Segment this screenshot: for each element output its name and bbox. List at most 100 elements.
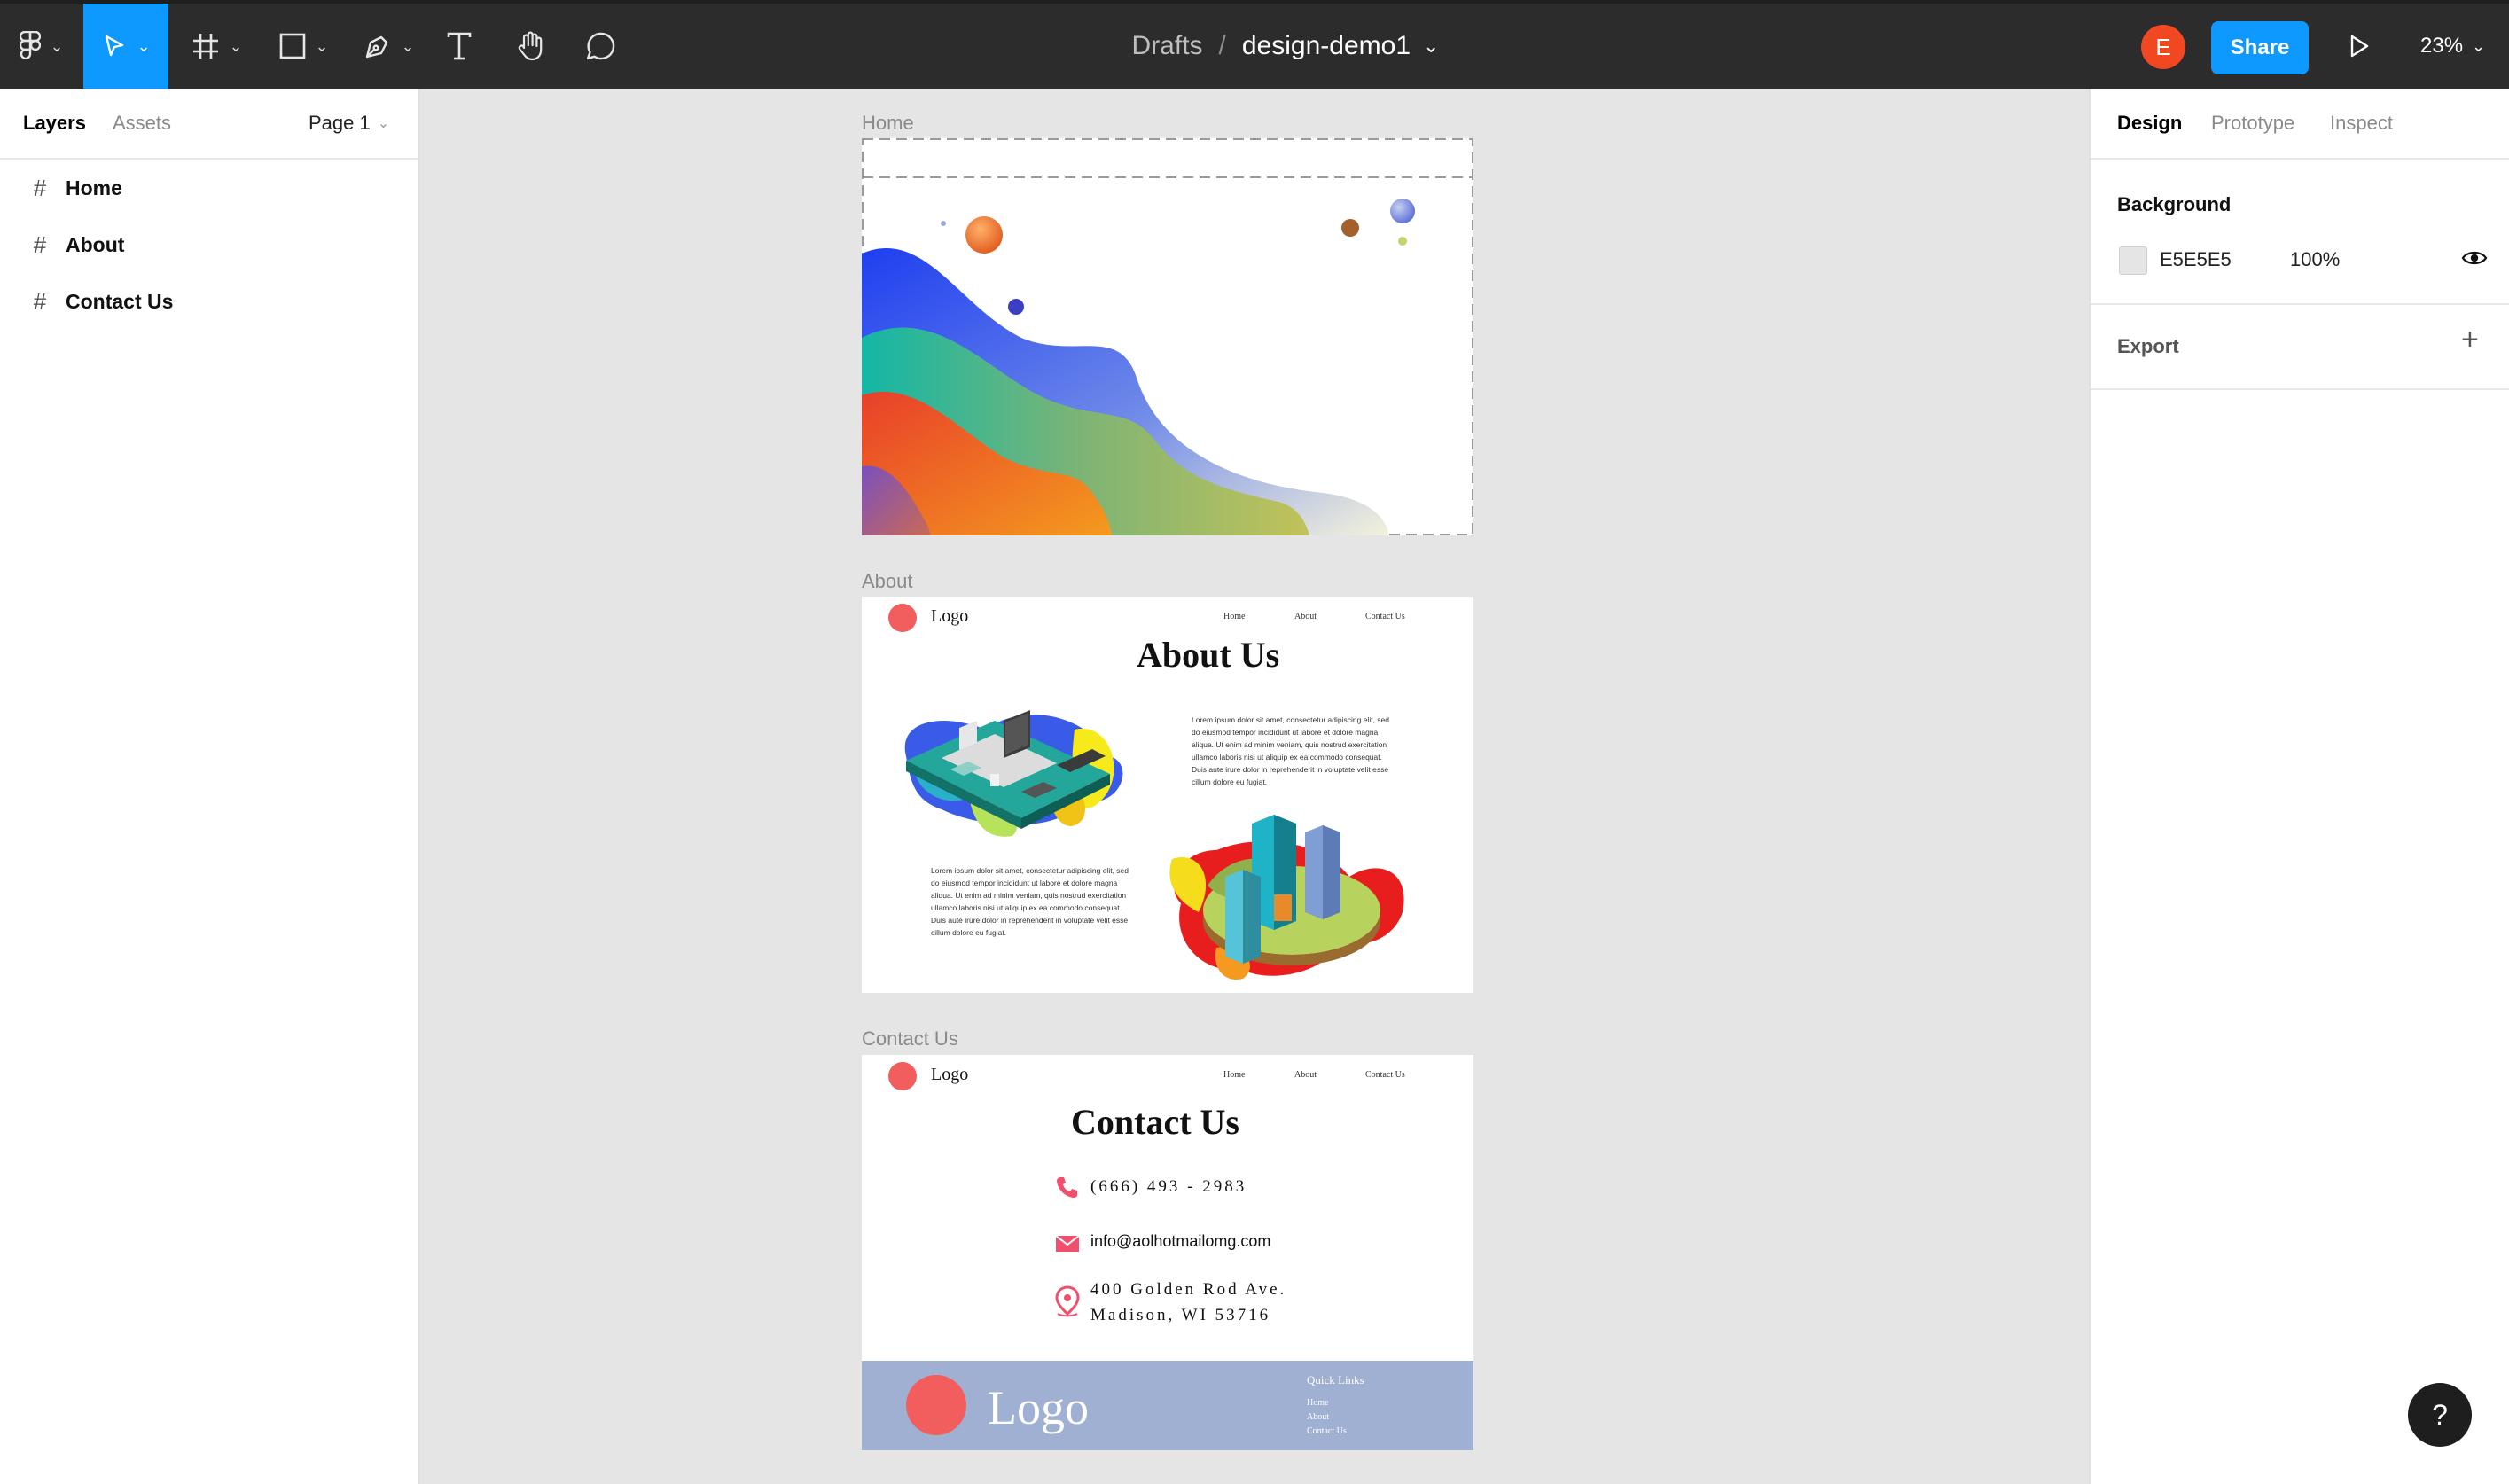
play-icon xyxy=(2350,35,2369,58)
toolbar: ⌄ ⌄ ⌄ ⌄ ⌄ Drafts / design-demo1 ⌄ E Shar… xyxy=(0,0,2509,89)
chevron-down-icon: ⌄ xyxy=(50,37,64,55)
layer-item-contact-us[interactable]: # Contact Us xyxy=(0,275,418,328)
add-export-icon[interactable]: + xyxy=(2461,324,2479,355)
frame-tool-icon xyxy=(193,34,219,59)
tab-layers[interactable]: Layers xyxy=(23,112,86,135)
contact-address-line-1: 400 Golden Rod Ave. xyxy=(1090,1280,1287,1299)
text-tool-icon xyxy=(447,32,472,60)
frame-icon: # xyxy=(33,230,47,258)
move-tool-button[interactable]: ⌄ xyxy=(83,4,168,89)
chevron-down-icon: ⌄ xyxy=(401,37,415,55)
page-selector-label: Page 1 xyxy=(309,112,371,134)
nav-link-home[interactable]: Home xyxy=(1223,1070,1245,1080)
logo-dot xyxy=(888,604,917,632)
footer-link-contact[interactable]: Contact Us xyxy=(1307,1426,1347,1436)
nav-link-about[interactable]: About xyxy=(1294,612,1317,621)
figma-logo-icon xyxy=(20,31,42,60)
footer-logo-dot xyxy=(906,1375,966,1435)
nav-link-contact[interactable]: Contact Us xyxy=(1365,1070,1405,1080)
about-paragraph-2: Lorem ipsum dolor sit amet, consectetur … xyxy=(931,866,1129,937)
help-button[interactable]: ? xyxy=(2408,1383,2472,1447)
main-menu-button[interactable]: ⌄ xyxy=(0,4,83,89)
location-pin-icon xyxy=(1055,1285,1080,1317)
chevron-down-icon: ⌄ xyxy=(315,37,329,55)
page-selector[interactable]: Page 1 ⌄ xyxy=(309,112,389,135)
layer-item-about[interactable]: # About xyxy=(0,218,418,271)
tab-inspect[interactable]: Inspect xyxy=(2330,112,2393,135)
chevron-down-icon: ⌄ xyxy=(377,116,390,131)
quick-links-title: Quick Links xyxy=(1307,1373,1364,1386)
hand-tool-icon xyxy=(518,31,543,61)
nav-link-about[interactable]: About xyxy=(1294,1070,1317,1080)
layer-label: Contact Us xyxy=(66,289,174,313)
file-breadcrumb: Drafts / design-demo1 ⌄ xyxy=(1064,4,1507,89)
contact-email: info@aolhotmailomg.com xyxy=(1090,1232,1271,1250)
frame-label-home[interactable]: Home xyxy=(862,112,914,135)
right-panel-tabs: Design Prototype Inspect xyxy=(2091,89,2509,160)
tab-assets[interactable]: Assets xyxy=(113,112,171,135)
layer-item-home[interactable]: # Home xyxy=(0,161,418,215)
home-frame[interactable] xyxy=(862,138,1473,535)
left-panel-tabs: Layers Assets Page 1 ⌄ xyxy=(0,89,418,160)
contact-footer: Logo Quick Links Home About Contact Us xyxy=(862,1361,1473,1450)
layer-label: Home xyxy=(66,176,122,199)
about-paragraph-1: Lorem ipsum dolor sit amet, consectetur … xyxy=(1192,715,1389,786)
shape-tool-icon xyxy=(280,33,306,59)
contact-phone: (666) 493 - 2983 xyxy=(1090,1177,1247,1196)
eye-icon[interactable] xyxy=(2461,248,2488,268)
right-panel: Design Prototype Inspect Background E5E5… xyxy=(2089,89,2509,1484)
tab-prototype[interactable]: Prototype xyxy=(2211,112,2294,135)
home-hero-illustration xyxy=(862,138,1473,535)
breadcrumb-parent-link[interactable]: Drafts xyxy=(1132,31,1203,61)
zoom-menu[interactable]: 23% ⌄ xyxy=(2420,4,2485,89)
export-section-title: Export xyxy=(2117,335,2179,357)
background-section-title: Background xyxy=(2117,193,2232,215)
text-tool-button[interactable] xyxy=(440,4,479,89)
breadcrumb-separator: / xyxy=(1218,31,1226,60)
footer-link-about[interactable]: About xyxy=(1307,1412,1329,1422)
logo-text: Logo xyxy=(931,1065,969,1084)
comment-tool-icon xyxy=(586,32,615,60)
contact-address-line-2: Madison, WI 53716 xyxy=(1090,1306,1271,1324)
layer-label: About xyxy=(66,232,125,256)
hand-tool-button[interactable] xyxy=(509,4,553,89)
tab-design[interactable]: Design xyxy=(2117,112,2182,135)
nav-link-home[interactable]: Home xyxy=(1223,612,1245,621)
chevron-down-icon: ⌄ xyxy=(137,37,151,55)
background-opacity-input[interactable]: 100% xyxy=(2290,248,2340,271)
about-heading: About Us xyxy=(1137,635,1280,675)
chevron-down-icon[interactable]: ⌄ xyxy=(1423,35,1439,58)
background-hex-input[interactable]: E5E5E5 xyxy=(2160,248,2232,271)
move-tool-icon xyxy=(106,35,124,57)
phone-icon xyxy=(1057,1177,1077,1198)
logo-dot xyxy=(888,1062,917,1090)
pen-tool-icon xyxy=(366,35,388,59)
city-illustration xyxy=(1169,815,1404,980)
chevron-down-icon: ⌄ xyxy=(2472,36,2486,55)
frame-icon: # xyxy=(33,287,47,315)
contact-heading: Contact Us xyxy=(1071,1102,1239,1142)
frame-label-contact[interactable]: Contact Us xyxy=(862,1027,958,1051)
shape-tool-button[interactable]: ⌄ xyxy=(266,4,342,89)
share-button[interactable]: Share xyxy=(2211,21,2309,74)
file-name[interactable]: design-demo1 xyxy=(1242,31,1411,61)
section-divider xyxy=(2091,388,2509,390)
chevron-down-icon: ⌄ xyxy=(229,37,243,55)
frame-tool-button[interactable]: ⌄ xyxy=(177,4,257,89)
left-panel: Layers Assets Page 1 ⌄ # Home # About # … xyxy=(0,89,420,1484)
background-color-swatch[interactable] xyxy=(2119,246,2147,275)
zoom-level: 23% xyxy=(2420,34,2464,58)
frame-label-about[interactable]: About xyxy=(862,570,913,593)
frame-icon: # xyxy=(33,174,47,201)
logo-text: Logo xyxy=(931,606,969,626)
user-avatar[interactable]: E xyxy=(2141,25,2185,69)
contact-frame[interactable]: Logo Home About Contact Us Contact Us (6… xyxy=(862,1055,1473,1450)
section-divider xyxy=(2091,303,2509,305)
footer-link-home[interactable]: Home xyxy=(1307,1398,1328,1408)
mail-icon xyxy=(1055,1235,1080,1252)
pen-tool-button[interactable]: ⌄ xyxy=(351,4,427,89)
nav-link-contact[interactable]: Contact Us xyxy=(1365,612,1405,621)
present-button[interactable] xyxy=(2337,4,2381,89)
about-frame[interactable]: Logo Home About Contact Us About Us Lore… xyxy=(862,597,1473,993)
comment-tool-button[interactable] xyxy=(580,4,622,89)
